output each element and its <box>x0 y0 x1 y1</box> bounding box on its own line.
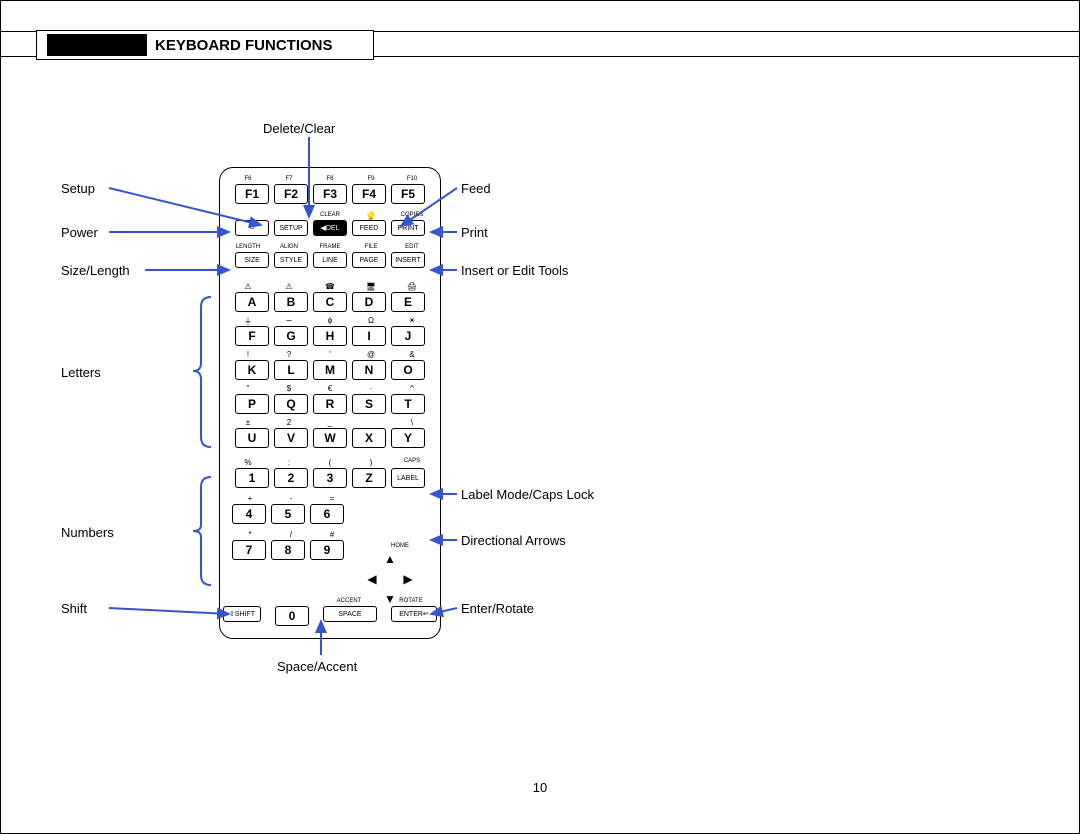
key-c[interactable]: C <box>313 292 347 312</box>
key-i[interactable]: I <box>352 326 386 346</box>
label-dir-arrows: Directional Arrows <box>461 533 566 548</box>
key-p[interactable]: P <box>235 394 269 414</box>
key-shift[interactable]: ⇧SHIFT <box>223 606 261 622</box>
keyboard-outline: F6 F7 F8 F9 F10 F1 F2 F3 F4 F5 CLEAR 💡 C… <box>219 167 441 639</box>
key-f4[interactable]: F4 <box>352 184 386 204</box>
key-6[interactable]: 6 <box>310 504 344 524</box>
label-label-caps: Label Mode/Caps Lock <box>461 487 594 502</box>
key-insert[interactable]: INSERT <box>391 252 425 268</box>
key-d[interactable]: D <box>352 292 386 312</box>
label-letters: Letters <box>61 365 101 380</box>
label-numbers: Numbers <box>61 525 114 540</box>
key-x[interactable]: X <box>352 428 386 448</box>
letter-row-2: FGHIJ <box>220 326 440 346</box>
section-title-box: KEYBOARD FUNCTIONS <box>36 30 374 60</box>
key-z[interactable]: Z <box>352 468 386 488</box>
arrow-left-icon[interactable]: ◀ <box>364 571 380 587</box>
key-9[interactable]: 9 <box>310 540 344 560</box>
key-b[interactable]: B <box>274 292 308 312</box>
key-m[interactable]: M <box>313 360 347 380</box>
key-q[interactable]: Q <box>274 394 308 414</box>
key-f1[interactable]: F1 <box>235 184 269 204</box>
label-shift: Shift <box>61 601 87 616</box>
row3: SIZE STYLE LINE PAGE INSERT <box>220 252 440 268</box>
key-enter[interactable]: ENTER↵ <box>391 606 437 622</box>
key-style[interactable]: STYLE <box>274 252 308 268</box>
key-f3[interactable]: F3 <box>313 184 347 204</box>
label-enter-rotate: Enter/Rotate <box>461 601 534 616</box>
key-u[interactable]: U <box>235 428 269 448</box>
letter-row-1: ABCDE <box>220 292 440 312</box>
key-k[interactable]: K <box>235 360 269 380</box>
fn-row: F1 F2 F3 F4 F5 <box>220 184 440 204</box>
num-row-1: 123ZLABEL <box>220 468 440 488</box>
fn-secondary-row: F6 F7 F8 F9 F10 <box>220 176 440 182</box>
key-e[interactable]: E <box>391 292 425 312</box>
key-feed[interactable]: FEED <box>352 220 386 236</box>
keyboard-diagram: Delete/Clear Setup Power Size/Length Let… <box>41 121 741 681</box>
key-g[interactable]: G <box>274 326 308 346</box>
title-black-lead <box>47 34 147 56</box>
bottom-row: ⇧SHIFT 0 SPACE ENTER↵ <box>220 606 440 626</box>
key-line[interactable]: LINE <box>313 252 347 268</box>
num-row-2: 456 <box>220 504 440 524</box>
key-j[interactable]: J <box>391 326 425 346</box>
page-number: 10 <box>1 780 1079 795</box>
label-print: Print <box>461 225 488 240</box>
key-8[interactable]: 8 <box>271 540 305 560</box>
header-rule: KEYBOARD FUNCTIONS <box>1 31 1079 57</box>
arrow-up-icon[interactable]: ▲ <box>382 551 398 567</box>
key-power-icon[interactable]: ⏻ <box>235 220 269 236</box>
key-label[interactable]: LABEL <box>391 468 425 488</box>
key-3[interactable]: 3 <box>313 468 347 488</box>
key-y[interactable]: Y <box>391 428 425 448</box>
key-4[interactable]: 4 <box>232 504 266 524</box>
key-1[interactable]: 1 <box>235 468 269 488</box>
key-page[interactable]: PAGE <box>352 252 386 268</box>
key-0[interactable]: 0 <box>275 606 309 626</box>
key-n[interactable]: N <box>352 360 386 380</box>
key-setup[interactable]: SETUP <box>274 220 308 236</box>
section-title: KEYBOARD FUNCTIONS <box>155 37 333 54</box>
label-insert-edit: Insert or Edit Tools <box>461 263 568 278</box>
label-setup: Setup <box>61 181 95 196</box>
key-5[interactable]: 5 <box>271 504 305 524</box>
key-f[interactable]: F <box>235 326 269 346</box>
manual-page: KEYBOARD FUNCTIONS Delete/Clear Setup Po… <box>0 0 1080 834</box>
key-o[interactable]: O <box>391 360 425 380</box>
row2: ⏻ SETUP ◀DEL FEED PRINT <box>220 220 440 236</box>
power-icon: ⏻ <box>249 224 255 232</box>
letter-row-5: UVWXY <box>220 428 440 448</box>
key-print[interactable]: PRINT <box>391 220 425 236</box>
letter-row-3: KLMNO <box>220 360 440 380</box>
key-size[interactable]: SIZE <box>235 252 269 268</box>
key-t[interactable]: T <box>391 394 425 414</box>
key-f5[interactable]: F5 <box>391 184 425 204</box>
label-power: Power <box>61 225 98 240</box>
label-feed: Feed <box>461 181 491 196</box>
label-size-length: Size/Length <box>61 263 130 278</box>
key-2[interactable]: 2 <box>274 468 308 488</box>
key-s[interactable]: S <box>352 394 386 414</box>
key-w[interactable]: W <box>313 428 347 448</box>
key-space[interactable]: SPACE <box>323 606 377 622</box>
key-del[interactable]: ◀DEL <box>313 220 347 236</box>
key-a[interactable]: A <box>235 292 269 312</box>
letter-row-4: PQRST <box>220 394 440 414</box>
arrow-right-icon[interactable]: ▶ <box>400 571 416 587</box>
key-r[interactable]: R <box>313 394 347 414</box>
label-delete-clear: Delete/Clear <box>263 121 335 136</box>
key-v[interactable]: V <box>274 428 308 448</box>
label-space-accent: Space/Accent <box>277 659 357 674</box>
key-7[interactable]: 7 <box>232 540 266 560</box>
key-f2[interactable]: F2 <box>274 184 308 204</box>
row3-secondary: LENGTH ALIGN FRAME FILE EDIT <box>220 244 440 250</box>
key-h[interactable]: H <box>313 326 347 346</box>
key-l[interactable]: L <box>274 360 308 380</box>
